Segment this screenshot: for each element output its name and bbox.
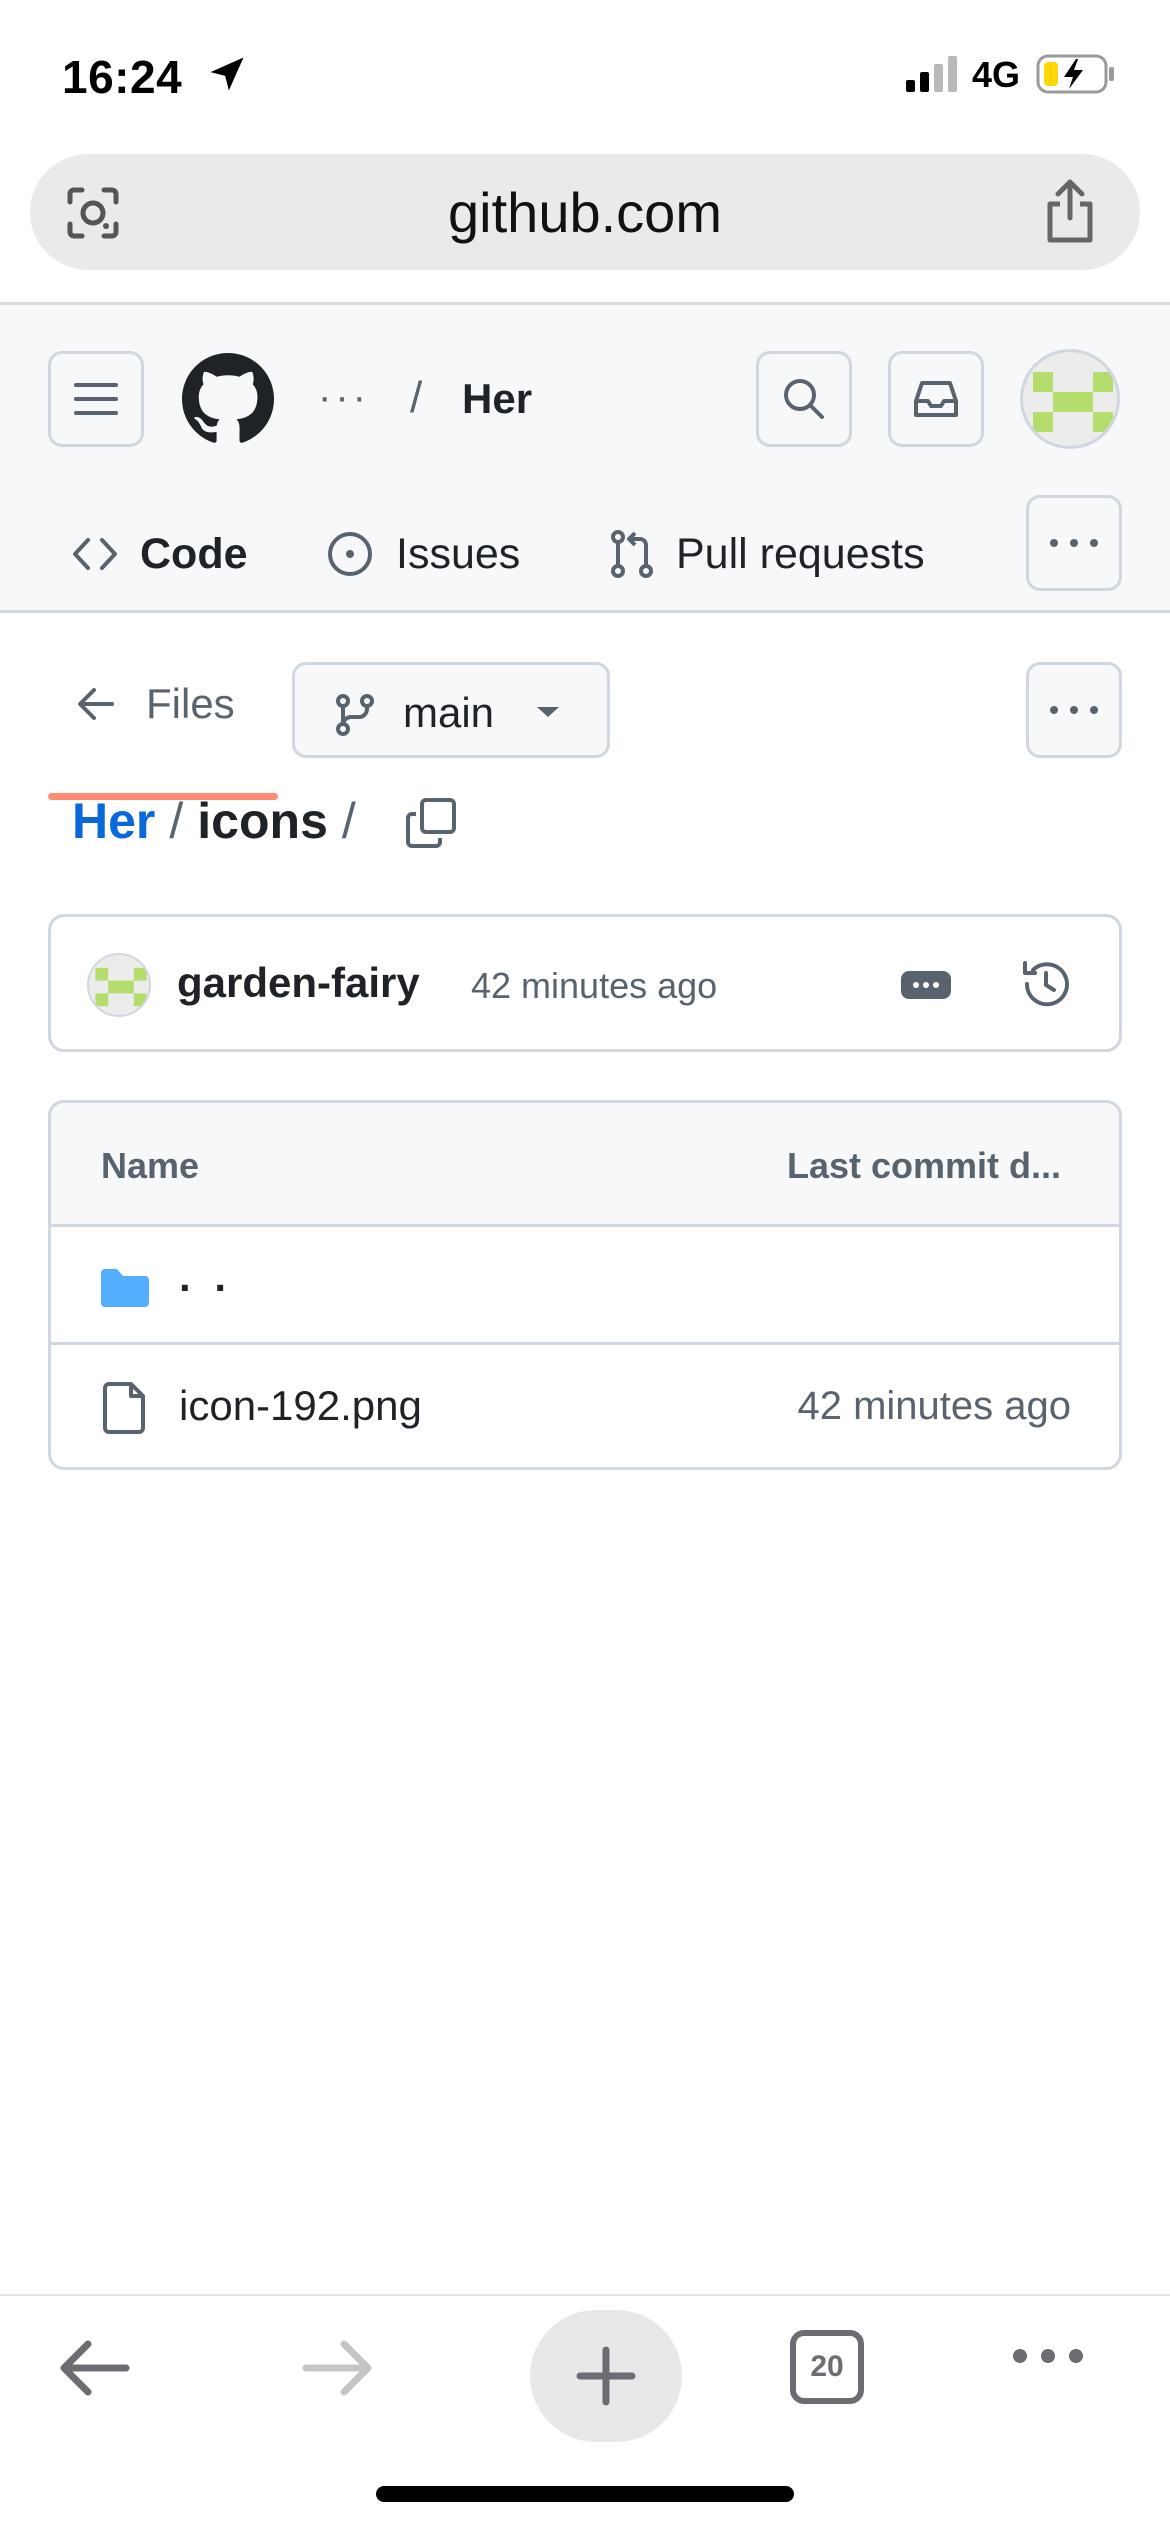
ellipsis-icon <box>913 982 939 988</box>
table-row[interactable]: icon-192.png 42 minutes ago <box>51 1348 1119 1466</box>
folder-icon <box>101 1269 149 1307</box>
file-icon <box>103 1382 145 1434</box>
kebab-icon <box>1050 706 1098 714</box>
tab-issues-label: Issues <box>396 529 521 578</box>
copy-icon[interactable] <box>404 796 458 850</box>
column-last-commit-date: Last commit d... <box>786 1145 1061 1186</box>
status-time: 16:24 <box>62 51 183 103</box>
address-bar[interactable]: github.com <box>30 154 1140 270</box>
repo-tabs: Code Issues Pull requests <box>0 495 1170 800</box>
branch-label: main <box>403 689 495 736</box>
breadcrumb-repo[interactable]: Her <box>462 375 532 423</box>
tab-pull-requests-label: Pull requests <box>676 529 925 578</box>
more-options-button[interactable] <box>1026 662 1122 758</box>
table-row-parent-directory[interactable]: . . <box>51 1227 1119 1345</box>
files-label: Files <box>146 680 235 727</box>
file-path: Her / icons / <box>72 792 370 850</box>
signal-icon <box>906 56 957 92</box>
user-avatar[interactable] <box>1020 349 1120 449</box>
history-icon[interactable] <box>1019 957 1073 1011</box>
kebab-icon <box>1050 539 1098 547</box>
tab-code[interactable]: Code <box>72 495 248 613</box>
forward-arrow-icon[interactable] <box>300 2336 376 2400</box>
path-directory: icons <box>197 793 328 849</box>
menu-button[interactable] <box>48 351 144 447</box>
files-back-link[interactable]: Files <box>76 680 235 728</box>
github-header: ··· / Her Code Issues Pull requests <box>0 305 1170 800</box>
more-icon[interactable] <box>1010 2346 1086 2366</box>
network-type: 4G <box>972 54 1021 95</box>
github-logo-icon[interactable] <box>182 353 274 445</box>
tab-issues[interactable]: Issues <box>326 495 520 613</box>
location-arrow-icon <box>210 57 244 91</box>
arrow-left-icon <box>78 688 114 720</box>
breadcrumb-overflow[interactable]: ··· <box>318 375 370 420</box>
battery-charging-icon <box>1036 54 1114 94</box>
inbox-icon <box>914 381 958 417</box>
url-text[interactable]: github.com <box>30 180 1140 245</box>
file-last-commit-date: 42 minutes ago <box>797 1384 1071 1428</box>
hamburger-icon <box>74 383 118 415</box>
tabs-more-button[interactable] <box>1026 495 1122 591</box>
home-indicator[interactable] <box>376 2486 794 2502</box>
path-separator: / <box>169 793 184 849</box>
caret-down-icon <box>537 707 559 717</box>
file-table: Name Last commit d... . . icon-192.png 4… <box>48 1100 1122 1470</box>
branch-selector[interactable]: main <box>292 662 610 758</box>
table-header: Name Last commit d... <box>51 1103 1119 1227</box>
new-tab-button[interactable] <box>530 2310 682 2442</box>
search-icon <box>784 379 824 419</box>
breadcrumb-separator: / <box>410 373 423 422</box>
share-icon[interactable] <box>1040 178 1100 244</box>
plus-icon <box>576 2346 636 2406</box>
commit-message-toggle[interactable] <box>901 971 951 999</box>
back-arrow-icon[interactable] <box>56 2336 132 2400</box>
commit-time: 42 minutes ago <box>471 965 718 1006</box>
column-name: Name <box>101 1145 200 1186</box>
identicon <box>1033 372 1113 432</box>
issue-icon <box>328 532 372 576</box>
inbox-button[interactable] <box>888 351 984 447</box>
tab-code-label: Code <box>140 529 248 578</box>
branch-icon <box>336 694 374 736</box>
commit-author[interactable]: garden-fairy <box>177 959 420 1007</box>
code-icon <box>73 538 117 570</box>
open-tabs-count: 20 <box>810 2350 844 2383</box>
status-bar: 16:24 4G <box>0 0 1170 150</box>
tab-pull-requests[interactable]: Pull requests <box>610 495 925 613</box>
parent-directory-link[interactable]: . . <box>179 1253 232 1301</box>
identicon <box>95 967 147 1007</box>
file-name-link[interactable]: icon-192.png <box>179 1382 422 1430</box>
path-separator: / <box>341 793 356 849</box>
tab-switcher-button[interactable]: 20 <box>790 2330 864 2404</box>
pull-request-icon <box>611 530 653 578</box>
path-repo-link[interactable]: Her <box>72 792 155 850</box>
search-button[interactable] <box>756 351 852 447</box>
latest-commit-box: garden-fairy 42 minutes ago <box>48 914 1122 1052</box>
commit-author-avatar[interactable] <box>87 953 151 1017</box>
